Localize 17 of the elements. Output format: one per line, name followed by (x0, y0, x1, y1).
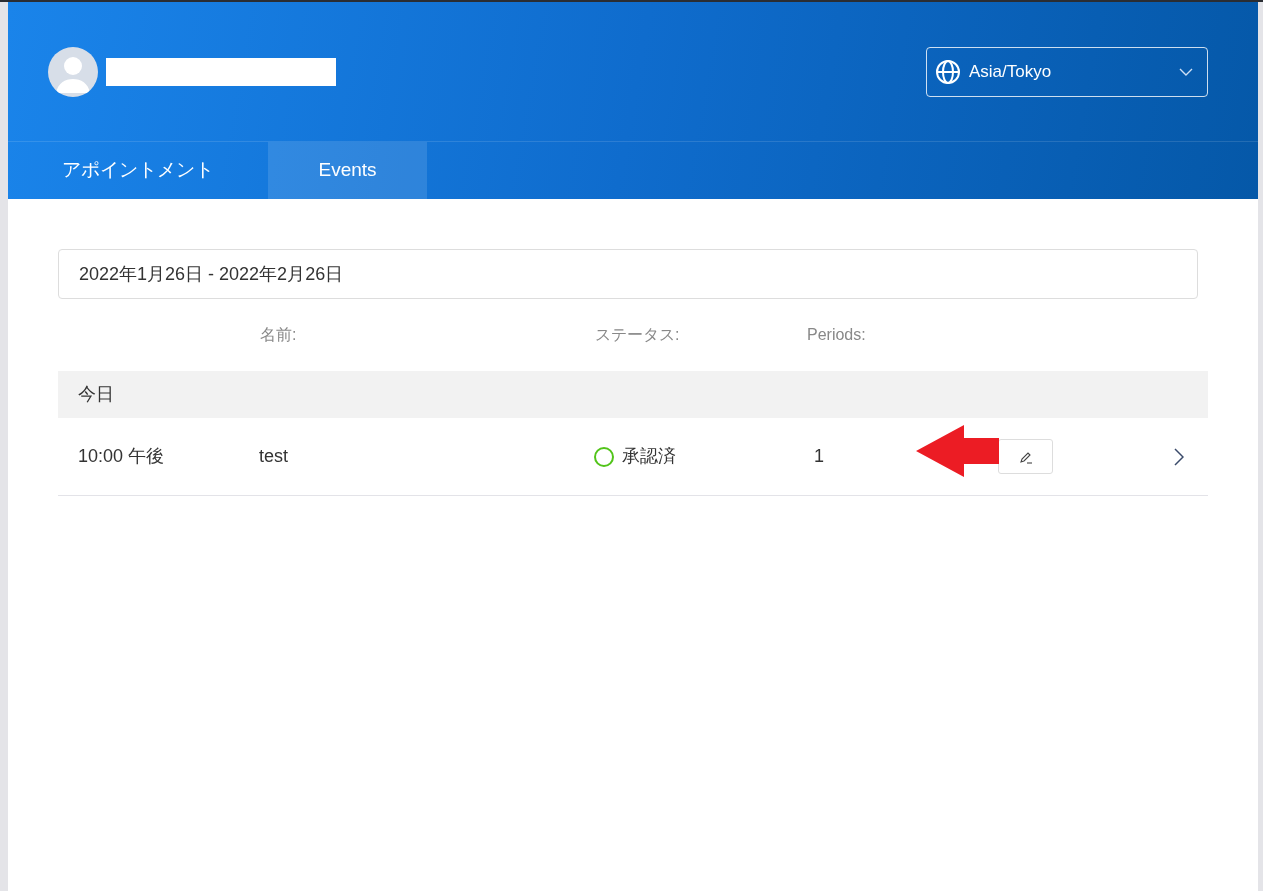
group-label: 今日 (78, 383, 114, 406)
globe-icon (935, 58, 961, 85)
event-name: test (259, 446, 288, 466)
tab[interactable]: アポイントメント (8, 142, 268, 199)
avatar-icon (48, 46, 98, 97)
column-header: 名前: (260, 326, 297, 343)
chevron-right-icon[interactable] (1174, 447, 1184, 466)
column-header: ステータス: (595, 326, 680, 343)
periods-value: 1 (814, 446, 824, 466)
date-range-field[interactable]: 2022年1月26日 - 2022年2月26日 (58, 249, 1198, 299)
column-header: Periods: (807, 326, 866, 343)
status-text: 承認済 (622, 445, 676, 468)
edit-button[interactable] (998, 439, 1053, 474)
tab[interactable]: Events (268, 142, 427, 199)
timezone-select[interactable]: Asia/Tokyo (926, 46, 1208, 97)
time-text: 10:00 午後 (78, 446, 165, 466)
chevron-down-icon (1179, 67, 1193, 76)
